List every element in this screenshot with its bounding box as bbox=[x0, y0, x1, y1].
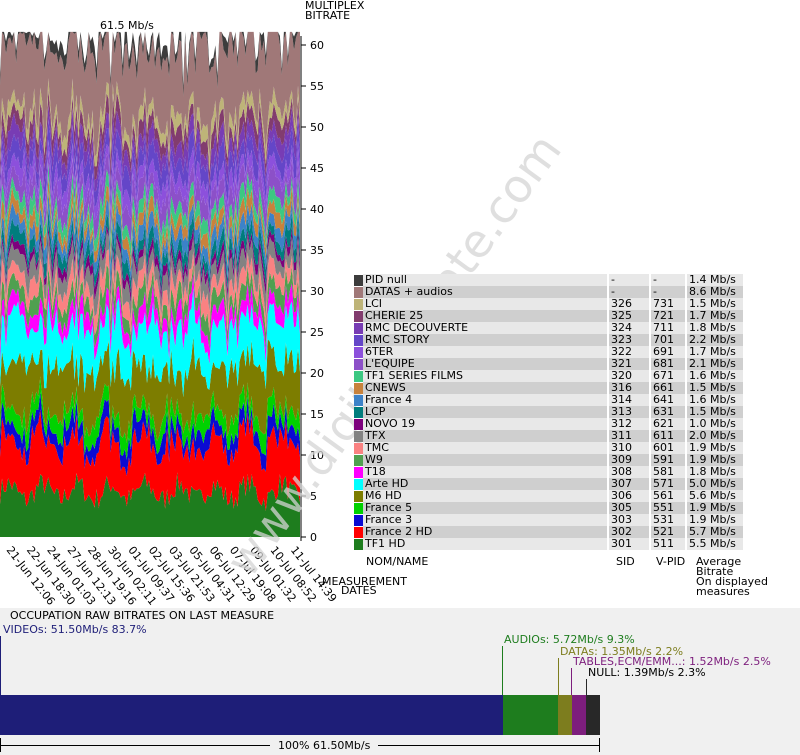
total-label: 100% 61.50Mb/s bbox=[270, 740, 379, 752]
legend-row: TF1 SERIES FILMS 320 671 1.6 Mb/s bbox=[354, 370, 743, 382]
legend-col-vpid: V-PID bbox=[656, 555, 686, 568]
legend-name: RMC STORY bbox=[363, 334, 607, 346]
legend-swatch bbox=[354, 370, 363, 382]
legend-row: T18 308 581 1.8 Mb/s bbox=[354, 466, 743, 478]
top-total-label: 61.5 Mb/s bbox=[100, 19, 154, 32]
y-tick-label: 60 bbox=[310, 39, 324, 52]
legend-row: CNEWS 316 661 1.5 Mb/s bbox=[354, 382, 743, 394]
y-tick-label: 55 bbox=[310, 80, 324, 93]
audios-marker bbox=[502, 646, 503, 695]
y-tick-label: 40 bbox=[310, 203, 324, 216]
y-tick-label: 20 bbox=[310, 367, 324, 380]
legend-swatch bbox=[354, 478, 363, 490]
y-axis-title-2: BITRATE bbox=[305, 9, 351, 22]
audios-bar-segment bbox=[502, 695, 559, 735]
legend-swatch bbox=[354, 334, 363, 346]
null-label: NULL: 1.39Mb/s 2.3% bbox=[588, 666, 706, 679]
legend-swatch bbox=[354, 346, 363, 358]
videos-bar-segment bbox=[0, 695, 503, 735]
legend-swatch bbox=[354, 502, 363, 514]
legend-swatch bbox=[354, 322, 363, 334]
datas-marker bbox=[558, 658, 559, 695]
legend-row: France 4 314 641 1.6 Mb/s bbox=[354, 394, 743, 406]
total-bracket-right bbox=[599, 738, 600, 752]
y-tick-label: 35 bbox=[310, 244, 324, 257]
legend-row: Arte HD 307 571 5.0 Mb/s bbox=[354, 478, 743, 490]
legend-row: RMC STORY 323 701 2.2 Mb/s bbox=[354, 334, 743, 346]
x-axis-ticks: 21-Jun 12:0622-Jun 18:3024-Jun 01:0327-J… bbox=[4, 544, 340, 608]
legend-swatch bbox=[354, 394, 363, 406]
legend-col-name: NOM/NAME bbox=[366, 555, 429, 568]
datas-bar-segment bbox=[558, 695, 572, 735]
legend-swatch bbox=[354, 454, 363, 466]
legend-swatch bbox=[354, 430, 363, 442]
legend-swatch bbox=[354, 442, 363, 454]
legend-swatch bbox=[354, 406, 363, 418]
legend-swatch bbox=[354, 286, 363, 298]
legend-swatch bbox=[354, 490, 363, 502]
legend-col-sid: SID bbox=[616, 555, 635, 568]
legend-row: W9 309 591 1.9 Mb/s bbox=[354, 454, 743, 466]
legend-bitrate: 5.5 Mb/s bbox=[685, 538, 743, 550]
legend-col-bitrate-4: measures bbox=[696, 585, 750, 598]
legend-swatch bbox=[354, 274, 363, 286]
legend-name: DATAS + audios bbox=[363, 286, 607, 298]
total-bracket-left bbox=[0, 738, 1, 752]
legend-swatch bbox=[354, 466, 363, 478]
occupation-title: OCCUPATION RAW BITRATES ON LAST MEASURE bbox=[10, 609, 275, 622]
y-tick-label: 45 bbox=[310, 162, 324, 175]
videos-label: VIDEOs: 51.50Mb/s 83.7% bbox=[3, 623, 147, 636]
tables-bar-segment bbox=[571, 695, 587, 735]
legend-name: France 4 bbox=[363, 394, 607, 406]
stacked-areas bbox=[0, 31, 300, 537]
legend-row: M6 HD 306 561 5.6 Mb/s bbox=[354, 490, 743, 502]
legend-swatch bbox=[354, 526, 363, 538]
legend-name: TF1 HD bbox=[363, 538, 607, 550]
legend-row: TF1 HD 301 511 5.5 Mb/s bbox=[354, 538, 743, 550]
legend-swatch bbox=[354, 514, 363, 526]
legend-row: DATAS + audios - -8.6 Mb/s bbox=[354, 286, 743, 298]
legend-row: France 5 305 551 1.9 Mb/s bbox=[354, 502, 743, 514]
y-tick-label: 25 bbox=[310, 326, 324, 339]
legend-swatch bbox=[354, 418, 363, 430]
x-axis-title-2: DATES bbox=[341, 584, 377, 597]
legend-name: NOVO 19 bbox=[363, 418, 607, 430]
legend-name: W9 bbox=[363, 454, 607, 466]
y-tick-label: 0 bbox=[310, 531, 317, 544]
y-tick-label: 50 bbox=[310, 121, 324, 134]
legend-name: TMC bbox=[363, 442, 607, 454]
legend-row: TMC 310 601 1.9 Mb/s bbox=[354, 442, 743, 454]
legend-swatch bbox=[354, 310, 363, 322]
legend-sid: 301 bbox=[607, 538, 649, 550]
legend-row: TFX 311 611 2.0 Mb/s bbox=[354, 430, 743, 442]
null-marker bbox=[586, 679, 587, 695]
legend-row: France 2 HD 302 521 5.7 Mb/s bbox=[354, 526, 743, 538]
legend-swatch bbox=[354, 382, 363, 394]
legend-vpid: 511 bbox=[649, 538, 685, 550]
y-tick-label: 30 bbox=[310, 285, 324, 298]
null-bar-segment bbox=[586, 695, 600, 735]
legend-row: NOVO 19 312 621 1.0 Mb/s bbox=[354, 418, 743, 430]
legend-swatch bbox=[354, 358, 363, 370]
channel-legend-table: PID null - -1.4 Mb/s DATAS + audios - -8.6 Mb… bbox=[354, 274, 743, 550]
legend-swatch bbox=[354, 298, 363, 310]
legend-name: TFX bbox=[363, 430, 607, 442]
videos-marker bbox=[0, 636, 1, 695]
legend-swatch bbox=[354, 538, 363, 550]
tables-marker bbox=[571, 668, 572, 695]
